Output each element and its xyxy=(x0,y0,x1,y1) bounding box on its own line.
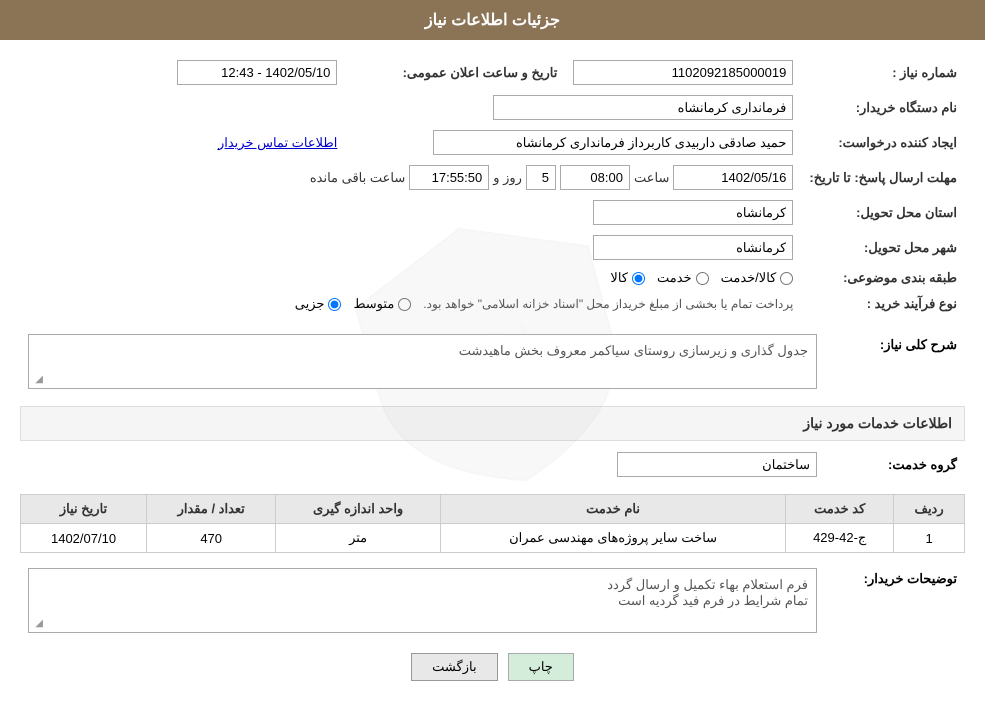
service-group-label: گروه خدمت: xyxy=(888,457,957,472)
type-medium-label: متوسط xyxy=(353,296,394,312)
contact-link[interactable]: اطلاعات تماس خریدار xyxy=(218,135,337,150)
creator-input[interactable] xyxy=(433,130,793,155)
service-code-cell: ج-42-429 xyxy=(786,524,894,553)
button-row: چاپ بازگشت xyxy=(20,653,965,681)
category-label: طبقه بندی موضوعی: xyxy=(801,265,965,291)
col-service-name: نام خدمت xyxy=(440,495,785,524)
buyer-notes-line2: تمام شرایط در فرم فید گردیه است xyxy=(37,593,808,609)
need-number-label: شماره نیاز : xyxy=(801,55,965,90)
purchase-type-label: نوع فرآیند خرید : xyxy=(801,291,965,317)
type-partial-option[interactable]: جزیی xyxy=(295,296,342,312)
city-label: شهر محل تحویل: xyxy=(801,230,965,265)
time-label: ساعت xyxy=(634,170,669,186)
cat-service-option[interactable]: خدمت xyxy=(657,270,709,286)
deadline-time-input[interactable] xyxy=(560,165,630,190)
services-table: ردیف کد خدمت نام خدمت واحد اندازه گیری ت… xyxy=(20,494,965,553)
col-unit: واحد اندازه گیری xyxy=(276,495,441,524)
description-label: شرح کلی نیاز: xyxy=(880,337,957,352)
cat-goods-option[interactable]: کالا xyxy=(610,270,645,286)
services-section-header: اطلاعات خدمات مورد نیاز xyxy=(20,406,965,441)
type-medium-option[interactable]: متوسط xyxy=(353,296,411,312)
print-button[interactable]: چاپ xyxy=(508,653,574,681)
deadline-date-input[interactable] xyxy=(673,165,793,190)
row-num-cell: 1 xyxy=(894,524,965,553)
quantity-cell: 470 xyxy=(147,524,276,553)
time-remaining-input[interactable] xyxy=(409,165,489,190)
page-header: جزئیات اطلاعات نیاز xyxy=(0,0,985,40)
days-post-label: ساعت باقی مانده xyxy=(310,170,405,186)
cat-goods-service-label: کالا/خدمت xyxy=(721,270,777,286)
notes-resize-handle[interactable]: ◢ xyxy=(31,618,43,630)
unit-cell: متر xyxy=(276,524,441,553)
response-deadline-label: مهلت ارسال پاسخ: تا تاریخ: xyxy=(801,160,965,195)
service-group-input[interactable] xyxy=(617,452,817,477)
cat-goods-service-option[interactable]: کالا/خدمت xyxy=(721,270,794,286)
days-input[interactable] xyxy=(526,165,556,190)
province-input[interactable] xyxy=(593,200,793,225)
buyer-org-label: نام دستگاه خریدار: xyxy=(801,90,965,125)
province-label: استان محل تحویل: xyxy=(801,195,965,230)
need-number-input[interactable] xyxy=(573,60,793,85)
resize-handle[interactable]: ◢ xyxy=(31,374,43,386)
col-row-num: ردیف xyxy=(894,495,965,524)
days-pre-label: روز و xyxy=(493,170,522,186)
type-partial-label: جزیی xyxy=(295,296,325,312)
need-date-cell: 1402/07/10 xyxy=(21,524,147,553)
col-need-date: تاریخ نیاز xyxy=(21,495,147,524)
description-text: جدول گذاری و زیرسازی روستای سیاکمر معروف… xyxy=(459,343,808,358)
page-title: جزئیات اطلاعات نیاز xyxy=(425,12,560,29)
creator-label: ایجاد کننده درخواست: xyxy=(801,125,965,160)
buyer-notes-label: توضیحات خریدار: xyxy=(864,571,957,586)
service-name-cell: ساخت سایر پروژه‌های مهندسی عمران xyxy=(440,524,785,553)
buyer-notes-line1: فرم استعلام بهاء تکمیل و ارسال گردد xyxy=(37,577,808,593)
buyer-org-input[interactable] xyxy=(493,95,793,120)
city-input[interactable] xyxy=(593,235,793,260)
cat-goods-label: کالا xyxy=(610,270,628,286)
col-quantity: تعداد / مقدار xyxy=(147,495,276,524)
announcement-label: تاریخ و ساعت اعلان عمومی: xyxy=(345,55,565,90)
buyer-notes-box: فرم استعلام بهاء تکمیل و ارسال گردد تمام… xyxy=(28,568,817,633)
back-button[interactable]: بازگشت xyxy=(411,653,497,681)
type-payment-note: پرداخت تمام یا بخشی از مبلغ خریداز محل "… xyxy=(423,297,793,311)
col-service-code: کد خدمت xyxy=(786,495,894,524)
table-row: 1 ج-42-429 ساخت سایر پروژه‌های مهندسی عم… xyxy=(21,524,965,553)
description-box: جدول گذاری و زیرسازی روستای سیاکمر معروف… xyxy=(28,334,817,389)
payment-note-text: پرداخت تمام یا بخشی از مبلغ خریداز محل "… xyxy=(423,297,793,311)
cat-service-label: خدمت xyxy=(657,270,692,286)
announcement-input[interactable] xyxy=(177,60,337,85)
